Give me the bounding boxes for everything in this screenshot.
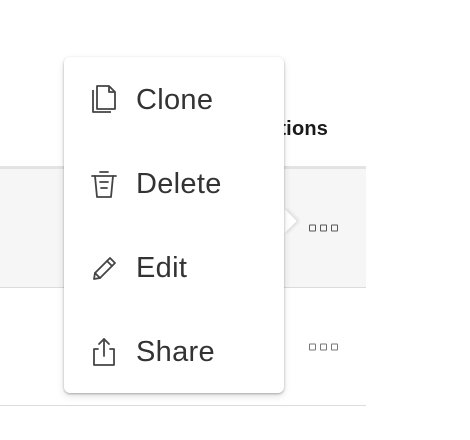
menu-item-delete[interactable]: Delete [88, 162, 222, 206]
more-options-icon [309, 343, 316, 350]
more-options-icon [331, 343, 338, 350]
row-actions-button[interactable] [305, 221, 342, 236]
more-options-icon [320, 343, 327, 350]
menu-item-label: Clone [136, 83, 214, 116]
trash-icon [88, 168, 120, 200]
more-options-icon [331, 224, 338, 232]
menu-item-label: Delete [136, 167, 222, 200]
row-actions-button[interactable] [305, 339, 342, 354]
clone-icon [88, 84, 120, 116]
more-options-icon [320, 224, 327, 232]
menu-item-share[interactable]: Share [88, 330, 215, 374]
menu-item-label: Edit [136, 251, 188, 284]
menu-item-label: Share [136, 335, 215, 368]
actions-popover-menu: Clone Delete Edit Share [64, 57, 284, 393]
menu-item-edit[interactable]: Edit [88, 246, 187, 290]
screen: ctions Clone Delete Edit Share [0, 0, 470, 440]
pencil-icon [88, 252, 120, 284]
menu-item-clone[interactable]: Clone [88, 78, 213, 122]
share-icon [88, 336, 120, 368]
more-options-icon [309, 224, 316, 232]
